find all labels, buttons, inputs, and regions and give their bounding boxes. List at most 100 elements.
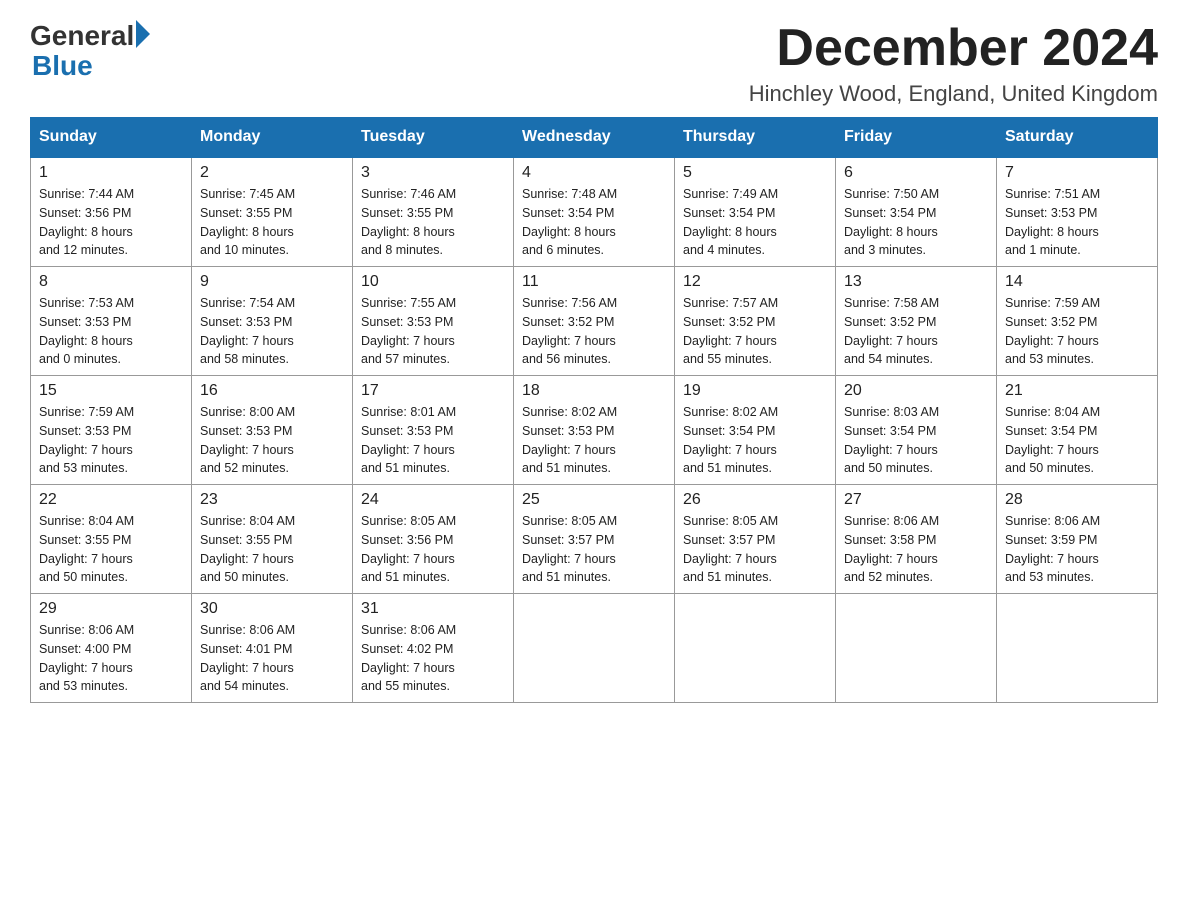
calendar-week-row: 29 Sunrise: 8:06 AM Sunset: 4:00 PM Dayl…: [31, 594, 1158, 703]
day-number: 28: [1005, 491, 1149, 509]
calendar-cell: 31 Sunrise: 8:06 AM Sunset: 4:02 PM Dayl…: [353, 594, 514, 703]
day-number: 30: [200, 600, 344, 618]
day-number: 8: [39, 273, 183, 291]
calendar-cell: 28 Sunrise: 8:06 AM Sunset: 3:59 PM Dayl…: [997, 485, 1158, 594]
calendar-week-row: 1 Sunrise: 7:44 AM Sunset: 3:56 PM Dayli…: [31, 157, 1158, 267]
day-number: 19: [683, 382, 827, 400]
day-number: 6: [844, 164, 988, 182]
day-number: 7: [1005, 164, 1149, 182]
calendar-cell: 1 Sunrise: 7:44 AM Sunset: 3:56 PM Dayli…: [31, 157, 192, 267]
day-info: Sunrise: 8:05 AM Sunset: 3:57 PM Dayligh…: [683, 512, 827, 587]
day-info: Sunrise: 8:02 AM Sunset: 3:53 PM Dayligh…: [522, 403, 666, 478]
calendar-cell: 5 Sunrise: 7:49 AM Sunset: 3:54 PM Dayli…: [675, 157, 836, 267]
day-info: Sunrise: 8:04 AM Sunset: 3:55 PM Dayligh…: [200, 512, 344, 587]
logo: General Blue: [30, 20, 150, 80]
day-info: Sunrise: 8:05 AM Sunset: 3:56 PM Dayligh…: [361, 512, 505, 587]
calendar-cell: 12 Sunrise: 7:57 AM Sunset: 3:52 PM Dayl…: [675, 267, 836, 376]
location: Hinchley Wood, England, United Kingdom: [749, 81, 1158, 107]
day-number: 13: [844, 273, 988, 291]
day-number: 10: [361, 273, 505, 291]
calendar-week-row: 15 Sunrise: 7:59 AM Sunset: 3:53 PM Dayl…: [31, 376, 1158, 485]
day-info: Sunrise: 7:53 AM Sunset: 3:53 PM Dayligh…: [39, 294, 183, 369]
calendar-cell: 24 Sunrise: 8:05 AM Sunset: 3:56 PM Dayl…: [353, 485, 514, 594]
day-number: 17: [361, 382, 505, 400]
day-number: 18: [522, 382, 666, 400]
calendar-cell: 18 Sunrise: 8:02 AM Sunset: 3:53 PM Dayl…: [514, 376, 675, 485]
calendar-cell: 7 Sunrise: 7:51 AM Sunset: 3:53 PM Dayli…: [997, 157, 1158, 267]
day-info: Sunrise: 8:06 AM Sunset: 3:58 PM Dayligh…: [844, 512, 988, 587]
day-info: Sunrise: 8:01 AM Sunset: 3:53 PM Dayligh…: [361, 403, 505, 478]
calendar-cell: 2 Sunrise: 7:45 AM Sunset: 3:55 PM Dayli…: [192, 157, 353, 267]
day-number: 24: [361, 491, 505, 509]
day-info: Sunrise: 7:45 AM Sunset: 3:55 PM Dayligh…: [200, 185, 344, 260]
day-info: Sunrise: 7:58 AM Sunset: 3:52 PM Dayligh…: [844, 294, 988, 369]
day-info: Sunrise: 7:56 AM Sunset: 3:52 PM Dayligh…: [522, 294, 666, 369]
calendar-cell: [997, 594, 1158, 703]
day-number: 15: [39, 382, 183, 400]
day-info: Sunrise: 8:03 AM Sunset: 3:54 PM Dayligh…: [844, 403, 988, 478]
col-header-tuesday: Tuesday: [353, 118, 514, 158]
day-info: Sunrise: 8:06 AM Sunset: 4:01 PM Dayligh…: [200, 621, 344, 696]
day-number: 21: [1005, 382, 1149, 400]
calendar-cell: 19 Sunrise: 8:02 AM Sunset: 3:54 PM Dayl…: [675, 376, 836, 485]
col-header-thursday: Thursday: [675, 118, 836, 158]
day-info: Sunrise: 8:06 AM Sunset: 4:02 PM Dayligh…: [361, 621, 505, 696]
month-title: December 2024: [749, 20, 1158, 77]
calendar-cell: 9 Sunrise: 7:54 AM Sunset: 3:53 PM Dayli…: [192, 267, 353, 376]
day-number: 9: [200, 273, 344, 291]
calendar-cell: 23 Sunrise: 8:04 AM Sunset: 3:55 PM Dayl…: [192, 485, 353, 594]
day-info: Sunrise: 8:02 AM Sunset: 3:54 PM Dayligh…: [683, 403, 827, 478]
logo-general-text: General: [30, 20, 134, 52]
day-info: Sunrise: 7:49 AM Sunset: 3:54 PM Dayligh…: [683, 185, 827, 260]
col-header-friday: Friday: [836, 118, 997, 158]
col-header-wednesday: Wednesday: [514, 118, 675, 158]
day-number: 26: [683, 491, 827, 509]
col-header-monday: Monday: [192, 118, 353, 158]
calendar-cell: 26 Sunrise: 8:05 AM Sunset: 3:57 PM Dayl…: [675, 485, 836, 594]
calendar-cell: [675, 594, 836, 703]
day-info: Sunrise: 7:51 AM Sunset: 3:53 PM Dayligh…: [1005, 185, 1149, 260]
day-info: Sunrise: 7:57 AM Sunset: 3:52 PM Dayligh…: [683, 294, 827, 369]
calendar-cell: [514, 594, 675, 703]
calendar-cell: 3 Sunrise: 7:46 AM Sunset: 3:55 PM Dayli…: [353, 157, 514, 267]
day-info: Sunrise: 7:48 AM Sunset: 3:54 PM Dayligh…: [522, 185, 666, 260]
day-number: 1: [39, 164, 183, 182]
day-number: 25: [522, 491, 666, 509]
calendar-cell: 8 Sunrise: 7:53 AM Sunset: 3:53 PM Dayli…: [31, 267, 192, 376]
day-number: 23: [200, 491, 344, 509]
calendar-cell: 29 Sunrise: 8:06 AM Sunset: 4:00 PM Dayl…: [31, 594, 192, 703]
calendar-cell: 15 Sunrise: 7:59 AM Sunset: 3:53 PM Dayl…: [31, 376, 192, 485]
day-info: Sunrise: 7:46 AM Sunset: 3:55 PM Dayligh…: [361, 185, 505, 260]
page-header: General Blue December 2024 Hinchley Wood…: [30, 20, 1158, 107]
day-number: 31: [361, 600, 505, 618]
day-info: Sunrise: 8:00 AM Sunset: 3:53 PM Dayligh…: [200, 403, 344, 478]
day-number: 3: [361, 164, 505, 182]
day-number: 14: [1005, 273, 1149, 291]
calendar-table: SundayMondayTuesdayWednesdayThursdayFrid…: [30, 117, 1158, 703]
calendar-cell: 16 Sunrise: 8:00 AM Sunset: 3:53 PM Dayl…: [192, 376, 353, 485]
day-info: Sunrise: 8:04 AM Sunset: 3:55 PM Dayligh…: [39, 512, 183, 587]
day-number: 16: [200, 382, 344, 400]
calendar-cell: 20 Sunrise: 8:03 AM Sunset: 3:54 PM Dayl…: [836, 376, 997, 485]
day-number: 22: [39, 491, 183, 509]
calendar-week-row: 8 Sunrise: 7:53 AM Sunset: 3:53 PM Dayli…: [31, 267, 1158, 376]
day-info: Sunrise: 7:59 AM Sunset: 3:53 PM Dayligh…: [39, 403, 183, 478]
calendar-week-row: 22 Sunrise: 8:04 AM Sunset: 3:55 PM Dayl…: [31, 485, 1158, 594]
day-info: Sunrise: 8:05 AM Sunset: 3:57 PM Dayligh…: [522, 512, 666, 587]
day-info: Sunrise: 8:06 AM Sunset: 3:59 PM Dayligh…: [1005, 512, 1149, 587]
calendar-cell: 13 Sunrise: 7:58 AM Sunset: 3:52 PM Dayl…: [836, 267, 997, 376]
calendar-header-row: SundayMondayTuesdayWednesdayThursdayFrid…: [31, 118, 1158, 158]
logo-arrow-icon: [136, 20, 150, 48]
logo-blue-text: Blue: [32, 52, 93, 80]
day-info: Sunrise: 7:55 AM Sunset: 3:53 PM Dayligh…: [361, 294, 505, 369]
day-info: Sunrise: 7:59 AM Sunset: 3:52 PM Dayligh…: [1005, 294, 1149, 369]
calendar-cell: 27 Sunrise: 8:06 AM Sunset: 3:58 PM Dayl…: [836, 485, 997, 594]
calendar-cell: 21 Sunrise: 8:04 AM Sunset: 3:54 PM Dayl…: [997, 376, 1158, 485]
day-info: Sunrise: 7:44 AM Sunset: 3:56 PM Dayligh…: [39, 185, 183, 260]
calendar-cell: 10 Sunrise: 7:55 AM Sunset: 3:53 PM Dayl…: [353, 267, 514, 376]
calendar-cell: 22 Sunrise: 8:04 AM Sunset: 3:55 PM Dayl…: [31, 485, 192, 594]
day-number: 20: [844, 382, 988, 400]
calendar-cell: 17 Sunrise: 8:01 AM Sunset: 3:53 PM Dayl…: [353, 376, 514, 485]
day-number: 11: [522, 273, 666, 291]
day-info: Sunrise: 7:50 AM Sunset: 3:54 PM Dayligh…: [844, 185, 988, 260]
